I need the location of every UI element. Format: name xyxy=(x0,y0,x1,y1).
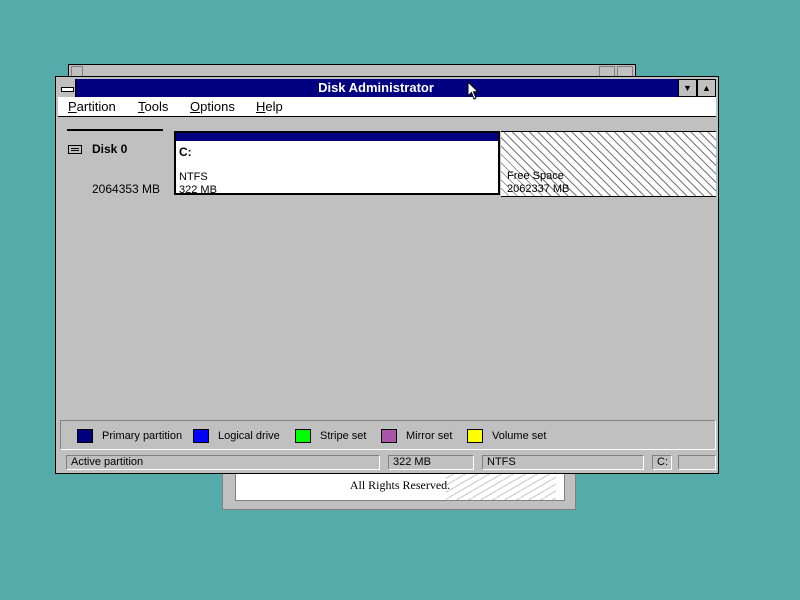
menu-help-label: elp xyxy=(265,99,283,114)
maximize-button[interactable]: ▲ xyxy=(697,79,716,97)
free-space-region[interactable]: Free Space 2062337 MB xyxy=(501,131,716,197)
partition-filesystem: NTFS xyxy=(179,171,208,183)
menu-partition-label: artition xyxy=(76,99,116,114)
legend-label: Mirror set xyxy=(406,430,453,442)
system-menu-icon[interactable] xyxy=(58,79,76,97)
mouse-cursor-icon xyxy=(467,81,480,100)
legend: Primary partition Logical drive Stripe s… xyxy=(60,420,716,450)
legend-label: Primary partition xyxy=(102,430,183,442)
partition-drive-letter: C: xyxy=(179,145,192,159)
menu-options[interactable]: Options xyxy=(190,98,235,115)
about-rights-text: All Rights Reserved. xyxy=(349,478,451,492)
menu-help[interactable]: Help xyxy=(256,98,283,115)
status-filesystem: NTFS xyxy=(482,455,644,470)
legend-swatch xyxy=(381,429,397,443)
partition-c[interactable]: C: NTFS 322 MB xyxy=(174,131,500,196)
disk-size: 2064353 MB xyxy=(92,182,161,196)
status-info: Active partition xyxy=(66,455,380,470)
status-drive-letter: C: xyxy=(652,455,672,470)
disk-separator xyxy=(67,129,163,131)
disk-name: Disk 0 xyxy=(92,142,128,156)
free-space-size: 2062337 MB xyxy=(507,183,570,195)
status-bar: Active partition 322 MB NTFS C: xyxy=(58,453,716,471)
status-extra xyxy=(678,455,716,470)
menu-options-accelerator: O xyxy=(190,99,201,114)
legend-label: Logical drive xyxy=(218,430,280,442)
menu-tools-label: ools xyxy=(144,99,169,114)
disk-administrator-window: Disk Administrator ▼ ▲ Partition Tools O… xyxy=(55,76,719,474)
free-space-label: Free Space xyxy=(507,170,564,182)
disk-map-area: Disk 0 2064353 MB C: NTFS 322 MB Free Sp… xyxy=(58,117,716,417)
title-bar[interactable]: Disk Administrator ▼ ▲ xyxy=(58,79,716,97)
menu-partition[interactable]: Partition xyxy=(68,98,116,115)
status-size: 322 MB xyxy=(388,455,474,470)
menu-partition-accelerator: P xyxy=(68,99,77,114)
partition-type-stripe xyxy=(176,133,498,141)
about-panel: All Rights Reserved. xyxy=(235,471,565,501)
window-title: Disk Administrator xyxy=(318,80,434,95)
legend-label: Volume set xyxy=(492,430,547,442)
menu-help-accelerator: H xyxy=(256,99,266,114)
partition-size: 322 MB xyxy=(179,184,217,196)
menu-options-label: ptions xyxy=(200,99,235,114)
menu-bar: Partition Tools Options Help xyxy=(58,97,716,117)
minimize-button[interactable]: ▼ xyxy=(678,79,697,97)
legend-label: Stripe set xyxy=(320,430,367,442)
triangle-up-icon: ▲ xyxy=(702,83,711,93)
legend-swatch xyxy=(467,429,483,443)
triangle-down-icon: ▼ xyxy=(683,83,692,93)
about-dialog: All Rights Reserved. xyxy=(222,470,576,510)
hard-disk-icon xyxy=(68,145,82,154)
legend-swatch xyxy=(295,429,311,443)
legend-swatch xyxy=(193,429,209,443)
menu-tools[interactable]: Tools xyxy=(138,98,168,115)
legend-swatch xyxy=(77,429,93,443)
